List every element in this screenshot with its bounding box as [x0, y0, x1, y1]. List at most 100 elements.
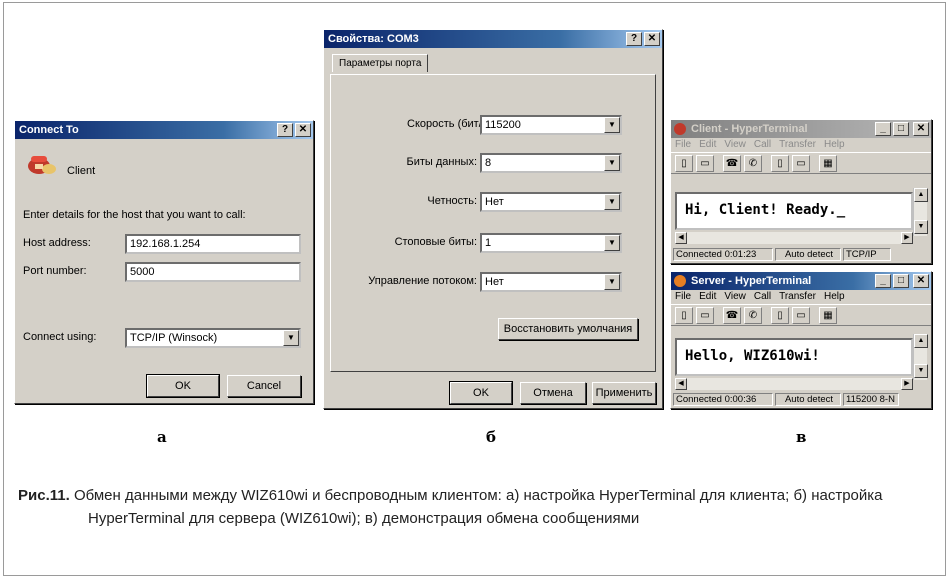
client-menubar: File Edit View Call Transfer Help — [671, 138, 931, 152]
minimize-icon[interactable]: _ — [875, 274, 891, 288]
host-address-input[interactable]: 192.168.1.254 — [125, 234, 301, 254]
client-terminal-area[interactable]: Hi, Client! Ready._ — [675, 192, 913, 230]
flow-control-select[interactable]: Нет ▼ — [480, 272, 622, 292]
chevron-down-icon[interactable]: ▼ — [604, 117, 620, 133]
server-menubar: File Edit View Call Transfer Help — [671, 290, 931, 304]
scroll-left-icon[interactable]: ◀ — [675, 378, 687, 390]
scroll-up-icon[interactable]: ▲ — [914, 188, 928, 202]
scroll-down-icon[interactable]: ▼ — [914, 364, 928, 378]
properties-icon[interactable]: ▦ — [819, 307, 837, 324]
menu-call[interactable]: Call — [754, 138, 771, 152]
new-icon[interactable]: ▯ — [675, 307, 693, 324]
server-hyperterminal-window: Server - HyperTerminal _ □ ✕ File Edit V… — [670, 271, 932, 409]
status-detect: Auto detect — [775, 248, 841, 261]
chevron-down-icon[interactable]: ▼ — [604, 235, 620, 251]
stop-bits-select[interactable]: 1 ▼ — [480, 233, 622, 253]
receive-icon[interactable]: ▭ — [792, 155, 810, 172]
port-label: Port number: — [23, 265, 87, 277]
speed-select[interactable]: 115200 ▼ — [480, 115, 622, 135]
server-titlebar: Server - HyperTerminal _ □ ✕ — [671, 272, 931, 290]
send-icon[interactable]: ▯ — [771, 307, 789, 324]
ok-button[interactable]: OK — [449, 381, 513, 405]
scroll-up-icon[interactable]: ▲ — [914, 334, 928, 348]
receive-icon[interactable]: ▭ — [792, 307, 810, 324]
connection-name: Client — [67, 165, 96, 177]
scroll-right-icon[interactable]: ▶ — [901, 378, 913, 390]
help-button[interactable]: ? — [277, 123, 293, 137]
props-titlebar: Свойства: COM3 ? ✕ — [324, 30, 662, 48]
menu-call[interactable]: Call — [754, 290, 771, 304]
subfigure-label-a: а — [157, 428, 167, 446]
menu-transfer[interactable]: Transfer — [779, 290, 816, 304]
scroll-down-icon[interactable]: ▼ — [914, 220, 928, 234]
tab-port-settings[interactable]: Параметры порта — [332, 54, 429, 72]
status-connected: Connected 0:00:36 — [673, 393, 773, 406]
menu-help[interactable]: Help — [824, 138, 845, 152]
connect-icon[interactable]: ☎ — [723, 307, 741, 324]
minimize-icon[interactable]: _ — [875, 122, 891, 136]
host-label: Host address: — [23, 237, 91, 249]
menu-help[interactable]: Help — [824, 290, 845, 304]
server-title: Server - HyperTerminal — [691, 275, 812, 287]
server-statusbar: Connected 0:00:36 Auto detect 115200 8-N — [673, 393, 929, 406]
cancel-button[interactable]: Отмена — [520, 382, 586, 404]
close-icon[interactable]: ✕ — [913, 122, 929, 136]
close-button[interactable]: ✕ — [644, 32, 660, 46]
status-connected: Connected 0:01:23 — [673, 248, 773, 261]
menu-view[interactable]: View — [724, 290, 746, 304]
client-hscroll[interactable]: ◀ ▶ — [675, 232, 913, 244]
scroll-left-icon[interactable]: ◀ — [675, 232, 687, 244]
server-toolbar: ▯ ▭ ☎ ✆ ▯ ▭ ▦ — [671, 304, 931, 326]
chevron-down-icon[interactable]: ▼ — [283, 330, 299, 346]
status-baud: 115200 8-N — [843, 393, 899, 406]
phone-icon — [674, 275, 686, 287]
caption-lead: Рис.11. — [18, 487, 70, 504]
server-vscroll[interactable]: ▲ ▼ — [913, 334, 928, 380]
maximize-icon[interactable]: □ — [893, 122, 909, 136]
scroll-right-icon[interactable]: ▶ — [901, 232, 913, 244]
open-icon[interactable]: ▭ — [696, 307, 714, 324]
client-statusbar: Connected 0:01:23 Auto detect TCP/IP — [673, 248, 929, 261]
parity-select[interactable]: Нет ▼ — [480, 192, 622, 212]
open-icon[interactable]: ▭ — [696, 155, 714, 172]
data-bits-select[interactable]: 8 ▼ — [480, 153, 622, 173]
menu-edit[interactable]: Edit — [699, 290, 716, 304]
help-button[interactable]: ? — [626, 32, 642, 46]
send-icon[interactable]: ▯ — [771, 155, 789, 172]
close-button[interactable]: ✕ — [295, 123, 311, 137]
connect-using-value: TCP/IP (Winsock) — [130, 332, 218, 344]
connect-title: Connect To — [19, 124, 79, 136]
menu-file[interactable]: File — [675, 290, 691, 304]
apply-button[interactable]: Применить — [592, 382, 656, 404]
restore-defaults-button[interactable]: Восстановить умолчания — [498, 318, 638, 340]
subfigure-label-b: б — [486, 428, 497, 446]
connect-using-select[interactable]: TCP/IP (Winsock) ▼ — [125, 328, 301, 348]
disconnect-icon[interactable]: ✆ — [744, 155, 762, 172]
close-icon[interactable]: ✕ — [913, 274, 929, 288]
menu-edit[interactable]: Edit — [699, 138, 716, 152]
connect-using-label: Connect using: — [23, 331, 97, 343]
menu-view[interactable]: View — [724, 138, 746, 152]
connect-titlebar: Connect To ? ✕ — [15, 121, 313, 139]
menu-transfer[interactable]: Transfer — [779, 138, 816, 152]
parity-value: Нет — [485, 196, 504, 208]
menu-file[interactable]: File — [675, 138, 691, 152]
cancel-button[interactable]: Cancel — [227, 375, 301, 397]
client-vscroll[interactable]: ▲ ▼ — [913, 188, 928, 236]
caption-text: Обмен данными между WIZ610wi и беспровод… — [73, 487, 883, 527]
phone-icon — [27, 153, 57, 175]
parity-label: Четность: — [427, 195, 477, 207]
ok-button[interactable]: OK — [146, 374, 220, 398]
new-icon[interactable]: ▯ — [675, 155, 693, 172]
chevron-down-icon[interactable]: ▼ — [604, 194, 620, 210]
maximize-icon[interactable]: □ — [893, 274, 909, 288]
server-hscroll[interactable]: ◀ ▶ — [675, 378, 913, 390]
properties-icon[interactable]: ▦ — [819, 155, 837, 172]
connect-icon[interactable]: ☎ — [723, 155, 741, 172]
port-number-input[interactable]: 5000 — [125, 262, 301, 282]
chevron-down-icon[interactable]: ▼ — [604, 274, 620, 290]
phone-icon — [674, 123, 686, 135]
server-terminal-area[interactable]: Hello, WIZ610wi! — [675, 338, 913, 376]
chevron-down-icon[interactable]: ▼ — [604, 155, 620, 171]
disconnect-icon[interactable]: ✆ — [744, 307, 762, 324]
